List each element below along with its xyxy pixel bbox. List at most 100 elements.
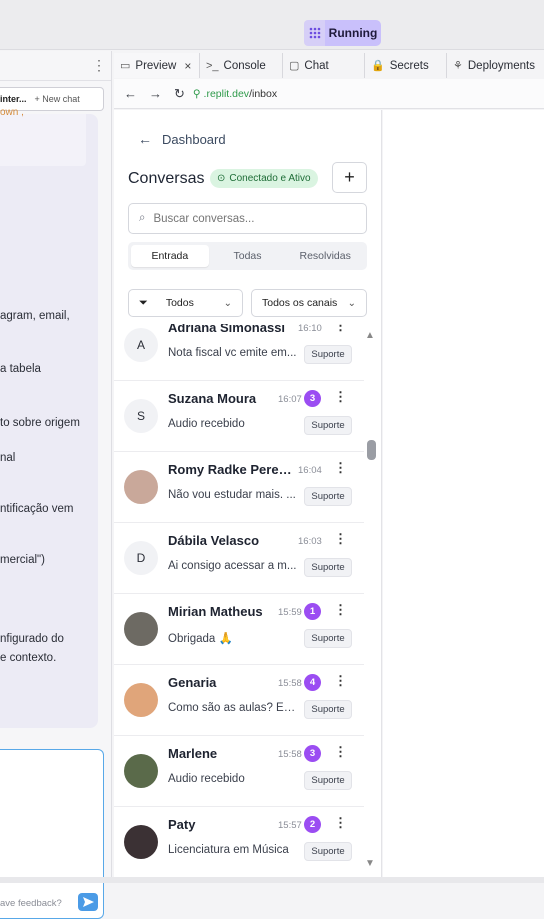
- queue-tag: Suporte: [304, 487, 352, 506]
- url-path: /inbox: [249, 87, 278, 100]
- agent-message-inner: [0, 114, 86, 166]
- lock-icon: 🔒: [371, 60, 385, 72]
- message-preview: Áudio recebido: [168, 773, 245, 785]
- scrollbar-thumb[interactable]: [367, 440, 376, 460]
- agent-text-line: a tabela: [0, 363, 41, 375]
- more-options-icon[interactable]: ⋮: [92, 57, 106, 74]
- more-options-icon[interactable]: ⋮: [334, 460, 347, 476]
- status-filter-select[interactable]: ⏷ Todos ⌄: [128, 289, 243, 317]
- contact-name: Paty: [168, 817, 196, 832]
- running-button[interactable]: Running: [325, 20, 381, 46]
- message-preview: Ai consigo acessar a m...: [168, 560, 297, 572]
- more-options-icon[interactable]: ⋮: [334, 744, 347, 760]
- back-arrow-icon[interactable]: ←: [124, 86, 137, 101]
- channel-filter-select[interactable]: Todos os canais ⌄: [251, 289, 367, 317]
- more-options-icon[interactable]: ⋮: [334, 324, 347, 334]
- unread-badge: 3: [304, 390, 321, 407]
- list-item[interactable]: Marlene 15:58 3 ⋮ Áudio recebido Suporte: [114, 736, 364, 807]
- message-preview: Como são as aulas? Ess...: [168, 702, 298, 714]
- unread-badge: 3: [304, 745, 321, 762]
- search-input[interactable]: [153, 212, 354, 225]
- tab-todas[interactable]: Todas: [209, 245, 287, 267]
- deploy-icon: ⚘: [453, 60, 463, 72]
- list-item[interactable]: D Dábila Velasco 16:03 ⋮ Ai consigo aces…: [114, 523, 364, 594]
- terminal-icon: >_: [206, 59, 219, 72]
- scroll-up-arrow-icon[interactable]: ▲: [365, 330, 375, 341]
- conversation-list: A Adriana Simonassi 16:10 ⋮ Nota fiscal …: [114, 324, 364, 877]
- status-filter-value: Todos: [165, 297, 194, 309]
- message-preview: Nota fiscal vc emite em...: [168, 347, 297, 359]
- more-options-icon[interactable]: ⋮: [334, 389, 347, 405]
- tab-console[interactable]: >_ Console: [200, 53, 283, 78]
- more-options-icon[interactable]: ⋮: [334, 531, 347, 547]
- tab-deployments[interactable]: ⚘ Deployments: [447, 53, 544, 78]
- queue-tag: Suporte: [304, 700, 352, 719]
- list-item[interactable]: Genaria 15:58 4 ⋮ Como são as aulas? Ess…: [114, 665, 364, 736]
- forward-arrow-icon[interactable]: →: [149, 86, 162, 101]
- chevron-down-icon: ⌄: [347, 297, 356, 309]
- agent-text-line: ntificação vem: [0, 503, 74, 515]
- tab-chat[interactable]: ▢ Chat: [283, 53, 365, 78]
- more-options-icon[interactable]: ⋮: [334, 815, 347, 831]
- agent-chat-pane: ⋮ inter... + New chat own , agram, email…: [0, 51, 112, 919]
- chevron-down-icon: ⌄: [223, 297, 232, 309]
- message-preview: Áudio recebido: [168, 418, 245, 430]
- tab-resolvidas[interactable]: Resolvidas: [286, 245, 364, 267]
- list-item[interactable]: Paty 15:57 2 ⋮ Licenciatura em Música Su…: [114, 807, 364, 877]
- list-item[interactable]: S Suzana Moura 16:07 3 ⋮ Áudio recebido …: [114, 381, 364, 452]
- page-title: Conversas: [128, 170, 205, 187]
- search-box[interactable]: ⌕: [128, 203, 367, 234]
- dashboard-link[interactable]: ← Dashboard: [138, 131, 226, 147]
- more-options-icon[interactable]: ⋮: [334, 673, 347, 689]
- queue-tag: Suporte: [304, 771, 352, 790]
- send-button[interactable]: [78, 893, 98, 911]
- feedback-link[interactable]: ave feedback?: [0, 898, 62, 909]
- dashboard-label: Dashboard: [162, 131, 226, 147]
- list-item[interactable]: A Adriana Simonassi 16:10 ⋮ Nota fiscal …: [114, 324, 364, 381]
- contact-name: Romy Radke Pereira: [168, 462, 294, 477]
- message-time: 15:59: [278, 607, 302, 618]
- tab-preview[interactable]: ▭ Preview ×: [114, 53, 200, 78]
- search-icon: ⌕: [139, 212, 146, 224]
- tab-secrets[interactable]: 🔒 Secrets: [365, 53, 447, 78]
- message-preview: Não vou estudar mais. ...: [168, 489, 296, 501]
- link-icon: ⚲: [192, 87, 201, 100]
- agent-text-line: nal: [0, 452, 16, 464]
- tab-entrada[interactable]: Entrada: [131, 245, 209, 267]
- queue-tag: Suporte: [304, 842, 352, 861]
- queue-tag: Suporte: [304, 345, 352, 364]
- list-item[interactable]: Mirian Matheus 15:59 1 ⋮ Obrigada 🙏 Supo…: [114, 594, 364, 665]
- message-time: 16:03: [298, 536, 322, 547]
- status-label: Conectado e Ativo: [229, 173, 311, 184]
- avatar: [124, 470, 158, 504]
- more-options-icon[interactable]: ⋮: [334, 602, 347, 618]
- status-badge: ⊙ Conectado e Ativo: [210, 169, 318, 188]
- reload-icon[interactable]: ↻: [174, 86, 185, 102]
- queue-tag: Suporte: [304, 629, 352, 648]
- message-time: 16:04: [298, 465, 322, 476]
- agent-text-line: to sobre origem: [0, 417, 80, 429]
- close-icon[interactable]: ×: [184, 59, 191, 73]
- contact-name: Suzana Moura: [168, 391, 257, 406]
- preview-url-bar: ← → ↻ ⚲ .replit.dev/inbox: [114, 79, 544, 109]
- inbox-segmented-control: Entrada Todas Resolvidas: [128, 242, 367, 270]
- new-chat-button[interactable]: + New chat: [35, 94, 80, 104]
- thread-title: inter...: [0, 94, 27, 104]
- agent-input-box[interactable]: ave feedback?: [0, 749, 104, 919]
- message-time: 16:07: [278, 394, 302, 405]
- send-icon: [82, 897, 94, 907]
- new-conversation-button[interactable]: +: [332, 162, 367, 193]
- bottom-bar: [0, 877, 544, 883]
- message-time: 15:58: [278, 678, 302, 689]
- run-grid-icon[interactable]: [304, 20, 326, 46]
- avatar: D: [124, 541, 158, 575]
- channel-filter-value: Todos os canais: [262, 297, 338, 309]
- agent-message-card: own , agram, email, a tabela to sobre or…: [0, 107, 98, 728]
- url-field[interactable]: ⚲ .replit.dev/inbox: [193, 88, 277, 100]
- scroll-down-arrow-icon[interactable]: ▼: [365, 858, 375, 869]
- preview-empty-area: [383, 110, 544, 877]
- contact-name: Genaria: [168, 675, 217, 690]
- agent-text-line: nfigurado do: [0, 633, 64, 645]
- avatar: A: [124, 328, 158, 362]
- list-item[interactable]: Romy Radke Pereira 16:04 ⋮ Não vou estud…: [114, 452, 364, 523]
